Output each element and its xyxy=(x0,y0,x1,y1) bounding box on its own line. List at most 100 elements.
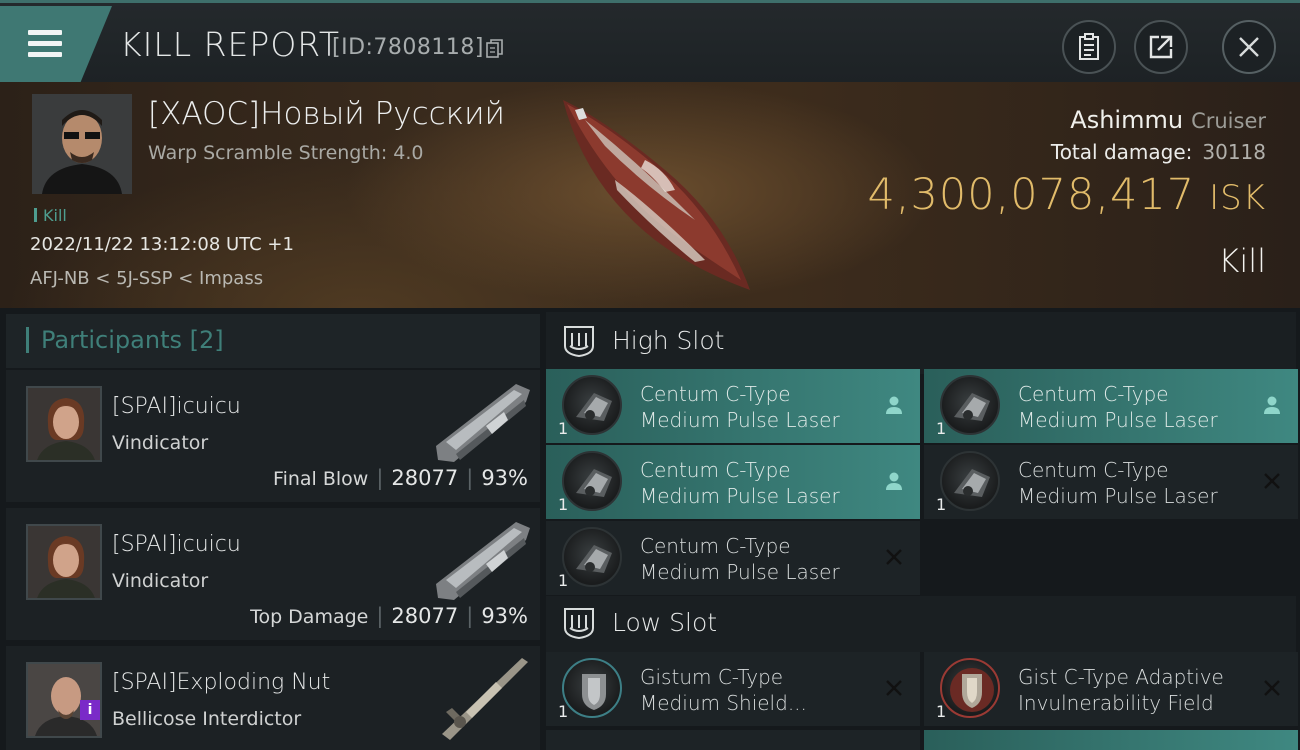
share-button[interactable] xyxy=(1134,20,1188,74)
pulse-laser-icon xyxy=(562,451,622,511)
destroyed-x-icon xyxy=(1264,473,1280,489)
module-name-line2: Medium Pulse Laser xyxy=(640,408,840,432)
participants-label: Participants [2] xyxy=(26,326,224,354)
participant-stats: Top Damage | 28077 | 93% xyxy=(250,604,528,628)
shield-icon xyxy=(940,658,1000,718)
participant-row[interactable]: [SPAI]icuicu Vindicator Final Blow | 28077… xyxy=(6,370,540,502)
participant-role: Final Blow xyxy=(273,468,369,490)
menu-icon-bar xyxy=(28,52,62,57)
isk-value: 4,300,078,417 ISK xyxy=(868,170,1267,220)
pulse-laser-icon xyxy=(562,527,622,587)
kill-location[interactable]: AFJ-NB < 5J-SSP < Impass xyxy=(30,268,263,289)
destroyed-x-icon xyxy=(886,549,902,565)
participant-ship-image xyxy=(436,522,530,600)
high-slot-icon xyxy=(564,326,594,358)
ship-class: Cruiser xyxy=(1191,109,1266,133)
kill-tag: Kill xyxy=(34,206,67,225)
victim-ship-image[interactable] xyxy=(545,90,765,302)
result-label: Kill xyxy=(1218,242,1266,280)
module-name: Centum C-Type Medium Pulse Laser xyxy=(640,381,840,433)
low-slot-icon xyxy=(564,608,594,640)
module-name-line2: Medium Shield... xyxy=(640,691,807,715)
page-title: KILL REPORT xyxy=(120,25,340,64)
module-name-line1: Centum C-Type xyxy=(640,534,791,558)
pulse-laser-icon xyxy=(940,451,1000,511)
module-quantity: 1 xyxy=(558,419,569,438)
module-slot-partial[interactable] xyxy=(546,730,920,750)
pulse-laser-icon xyxy=(562,375,622,435)
high-slot-header[interactable]: High Slot xyxy=(546,312,1296,374)
info-badge: i xyxy=(80,700,100,720)
module-name-line1: Centum C-Type xyxy=(1018,458,1169,482)
module-slot[interactable]: 1 Gistum C-Type Medium Shield... xyxy=(546,652,920,726)
total-damage: Total damage: 30118 xyxy=(1051,140,1266,164)
participant-avatar xyxy=(26,386,102,462)
victim-ship[interactable]: Ashimmu Cruiser xyxy=(1070,106,1266,134)
module-slot[interactable]: 1 Centum C-Type Medium Pulse Laser xyxy=(924,369,1298,443)
menu-icon-bar xyxy=(28,41,62,46)
module-slot-partial[interactable] xyxy=(924,730,1298,750)
participants-header[interactable]: Participants [2] xyxy=(6,314,540,368)
module-name-line1: Centum C-Type xyxy=(1018,382,1169,406)
module-slot[interactable]: 1 Centum C-Type Medium Pulse Laser xyxy=(546,369,920,443)
participant-avatar xyxy=(26,524,102,600)
isk-amount: 4,300,078,417 xyxy=(867,170,1196,220)
module-slot[interactable]: 1 Centum C-Type Medium Pulse Laser xyxy=(546,521,920,595)
ship-name: Ashimmu xyxy=(1070,106,1184,134)
module-quantity: 1 xyxy=(558,495,569,514)
participant-ship-image xyxy=(436,384,530,462)
close-icon xyxy=(1239,37,1259,57)
participant-name: [SPAI]icuicu xyxy=(112,532,241,557)
module-name-line1: Gistum C-Type xyxy=(640,665,784,689)
module-name-line2: Medium Pulse Laser xyxy=(1018,484,1218,508)
top-bar: KILL REPORT [ID:7808118] xyxy=(0,0,1300,82)
module-name-line1: Centum C-Type xyxy=(640,458,791,482)
module-quantity: 1 xyxy=(936,702,947,721)
module-name-line2: Medium Pulse Laser xyxy=(1018,408,1218,432)
module-name: Centum C-Type Medium Pulse Laser xyxy=(1018,457,1218,509)
victim-name[interactable]: [XAOC]Новый Русский xyxy=(148,96,505,132)
participant-row[interactable]: [SPAI]icuicu Vindicator Top Damage | 28077… xyxy=(6,508,540,640)
module-name-line1: Centum C-Type xyxy=(640,382,791,406)
high-slot-label: High Slot xyxy=(612,326,725,355)
total-damage-label: Total damage: xyxy=(1050,140,1193,164)
module-slot[interactable]: 1 Centum C-Type Medium Pulse Laser xyxy=(546,445,920,519)
module-quantity: 1 xyxy=(558,571,569,590)
person-icon xyxy=(1264,396,1280,414)
copy-icon[interactable] xyxy=(486,39,504,59)
participant-percent: 93% xyxy=(481,604,528,628)
participant-row[interactable]: i [SPAI]Exploding Nut Bellicose Interdic… xyxy=(6,646,540,750)
module-name-line2: Invulnerability Field xyxy=(1018,691,1214,715)
kill-datetime: 2022/11/22 13:12:08 UTC +1 xyxy=(30,234,294,255)
module-slot[interactable]: 1 Gist C-Type Adaptive Invulnerability Fi… xyxy=(924,652,1298,726)
module-name: Centum C-Type Medium Pulse Laser xyxy=(640,457,840,509)
close-button[interactable] xyxy=(1222,20,1276,74)
victim-banner: [XAOC]Новый Русский Warp Scramble Streng… xyxy=(0,82,1300,308)
isk-unit: ISK xyxy=(1209,178,1266,218)
module-name-line2: Medium Pulse Laser xyxy=(640,560,840,584)
participant-ship: Bellicose Interdictor xyxy=(112,708,302,730)
clipboard-icon xyxy=(1079,33,1099,60)
module-name-line1: Gist C-Type Adaptive xyxy=(1018,665,1224,689)
menu-button[interactable] xyxy=(0,6,112,82)
module-name-line2: Medium Pulse Laser xyxy=(640,484,840,508)
module-name: Gistum C-Type Medium Shield... xyxy=(640,664,807,716)
menu-icon xyxy=(28,30,62,35)
low-slot-header[interactable]: Low Slot xyxy=(546,596,1296,652)
report-id: [ID:7808118] xyxy=(332,35,484,60)
participant-damage: 28077 xyxy=(391,604,459,628)
participant-ship: Vindicator xyxy=(112,570,209,592)
total-damage-value: 30118 xyxy=(1202,140,1266,164)
shield-icon xyxy=(562,658,622,718)
participant-percent: 93% xyxy=(481,466,528,490)
warp-scramble-strength: Warp Scramble Strength: 4.0 xyxy=(148,142,424,164)
clipboard-button[interactable] xyxy=(1062,20,1116,74)
module-name: Centum C-Type Medium Pulse Laser xyxy=(640,533,840,585)
module-quantity: 1 xyxy=(558,702,569,721)
module-slot[interactable]: 1 Centum C-Type Medium Pulse Laser xyxy=(924,445,1298,519)
module-name: Centum C-Type Medium Pulse Laser xyxy=(1018,381,1218,433)
victim-avatar[interactable] xyxy=(32,94,132,194)
module-quantity: 1 xyxy=(936,419,947,438)
participant-ship: Vindicator xyxy=(112,432,209,454)
share-icon xyxy=(1149,35,1173,59)
